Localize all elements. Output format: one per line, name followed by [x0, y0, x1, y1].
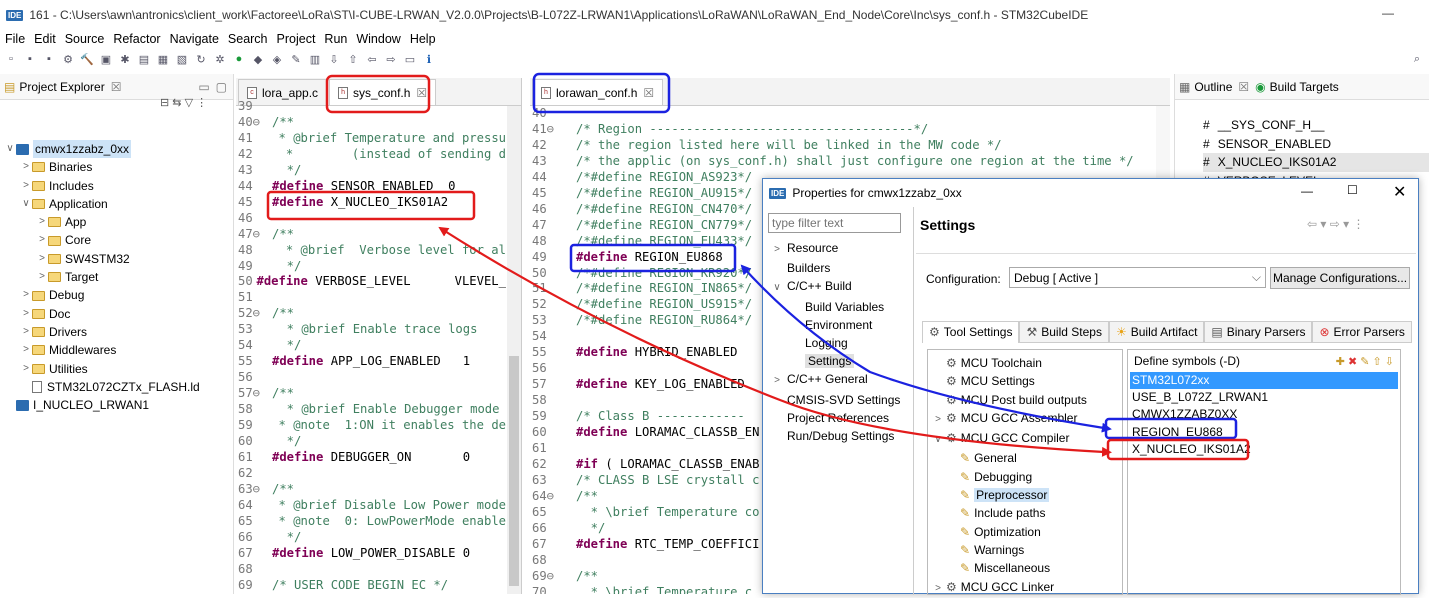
highlight-region-symbol [1104, 417, 1238, 440]
highlight-x-nucleo-define [266, 190, 476, 221]
red-arrow [438, 226, 1112, 457]
highlight-region-define [569, 243, 737, 273]
blue-arrow [740, 264, 1112, 433]
highlight-x-nucleo-symbol [1106, 438, 1250, 461]
highlight-lorawan-conf-tab [532, 72, 671, 114]
highlight-sys-conf-tab [325, 74, 431, 114]
annotation-overlay [266, 72, 1250, 461]
